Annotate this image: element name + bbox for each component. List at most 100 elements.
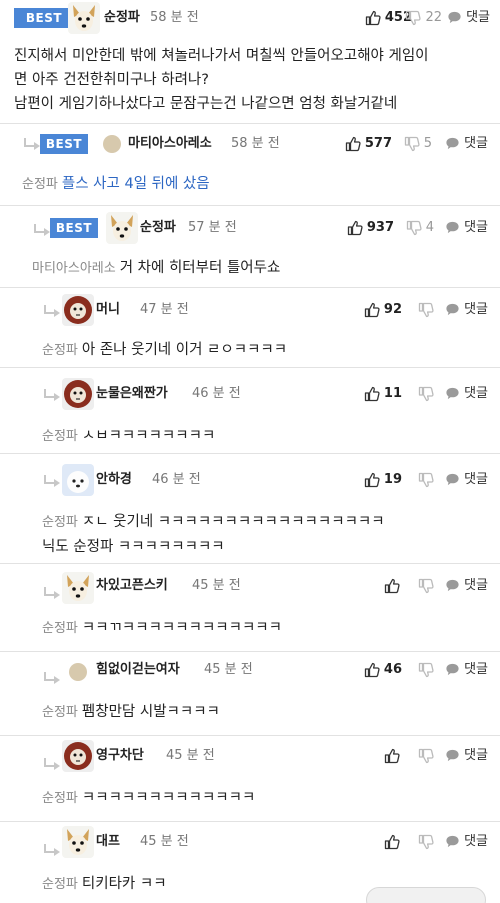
- comment-body: 진지해서 미안한데 밖에 쳐놀러나가서 며칠씩 안들어오고해야 게임이 면 아주…: [14, 44, 494, 116]
- comment-item: 힘없이걷는여자 45 분 전 46 댓글 순정파 펨창만담 시발ㅋㅋㅋㅋ: [0, 652, 500, 736]
- comment-line: 순정파 ㅈㄴ 웃기네 ㅋㅋㅋㅋㅋㅋㅋㅋㅋㅋㅋㅋㅋㅋㅋㅋㅋ: [42, 510, 385, 535]
- upvote-button[interactable]: [384, 832, 400, 852]
- reply-button[interactable]: 댓글: [445, 218, 488, 238]
- reply-button[interactable]: 댓글: [447, 8, 490, 28]
- comment-body: 순정파 펨창만담 시발ㅋㅋㅋㅋ: [42, 700, 220, 725]
- reply-button[interactable]: 댓글: [445, 300, 488, 320]
- comment-time: 58 분 전: [231, 136, 280, 151]
- best-badge: BEST: [50, 218, 98, 238]
- reply-label: 댓글: [464, 748, 488, 763]
- upvote-button[interactable]: 11: [364, 384, 402, 404]
- reply-button[interactable]: 댓글: [445, 470, 488, 490]
- mention[interactable]: 마티아스아레소: [32, 261, 116, 276]
- downvote-button[interactable]: 5: [404, 134, 432, 154]
- comment-body: 순정파 플스 사고 4일 뒤에 샀음: [22, 172, 210, 197]
- comment-time: 58 분 전: [150, 10, 199, 25]
- reply-label: 댓글: [464, 220, 488, 235]
- floating-toolbar[interactable]: [366, 887, 486, 903]
- reply-button[interactable]: 댓글: [445, 746, 488, 766]
- comment-text: 플스 사고 4일 뒤에 샀음: [61, 176, 210, 192]
- comment-author[interactable]: 순정파: [140, 218, 176, 238]
- downvote-button[interactable]: [418, 576, 434, 596]
- avatar[interactable]: [62, 656, 94, 688]
- reply-arrow-icon: [42, 389, 64, 403]
- thumb-down-icon: [418, 386, 434, 402]
- speech-bubble-icon: [445, 578, 460, 593]
- avatar[interactable]: [96, 128, 128, 160]
- upvote-button[interactable]: 19: [364, 470, 402, 490]
- comment-author[interactable]: 영구차단: [96, 746, 144, 766]
- reply-button[interactable]: 댓글: [445, 660, 488, 680]
- comment-author[interactable]: 차있고픈스키: [96, 576, 168, 596]
- comment-body: 순정파 ㅅㅂㅋㅋㅋㅋㅋㅋㅋㅋ: [42, 424, 215, 449]
- upvote-count: 11: [383, 386, 402, 401]
- avatar[interactable]: [62, 464, 94, 496]
- downvote-button[interactable]: [418, 746, 434, 766]
- mention[interactable]: 순정파: [42, 705, 78, 720]
- comment-body: 마티아스아레소 거 차에 히터부터 틀어두쇼: [32, 256, 280, 281]
- upvote-count: 46: [383, 662, 402, 677]
- reply-button[interactable]: 댓글: [445, 134, 488, 154]
- comment-author[interactable]: 머니: [96, 300, 120, 320]
- mention[interactable]: 순정파: [42, 621, 78, 636]
- thumb-up-icon: [345, 136, 361, 152]
- reply-arrow-icon: [42, 305, 64, 319]
- comment-text: 펨창만담 시발ㅋㅋㅋㅋ: [81, 704, 220, 720]
- avatar[interactable]: [68, 2, 100, 34]
- comment-header: 눈물은왜짠가 46 분 전 11 댓글: [0, 368, 500, 404]
- comment-author[interactable]: 눈물은왜짠가: [96, 384, 168, 404]
- downvote-button[interactable]: [418, 300, 434, 320]
- thumb-up-icon: [384, 578, 400, 594]
- upvote-button[interactable]: 46: [364, 660, 402, 680]
- downvote-button[interactable]: 22: [405, 8, 442, 28]
- upvote-button[interactable]: 937: [347, 218, 394, 238]
- avatar[interactable]: [62, 378, 94, 410]
- upvote-button[interactable]: [384, 746, 400, 766]
- downvote-button[interactable]: 4: [406, 218, 434, 238]
- avatar[interactable]: [62, 826, 94, 858]
- comment-author[interactable]: 안하경: [96, 470, 132, 490]
- mention[interactable]: 순정파: [42, 429, 78, 444]
- upvote-button[interactable]: [384, 576, 400, 596]
- reply-arrow-icon: [42, 475, 64, 489]
- comment-line: 진지해서 미안한데 밖에 쳐놀러나가서 며칠씩 안들어오고해야 게임이: [14, 48, 429, 64]
- downvote-button[interactable]: [418, 832, 434, 852]
- comment-line: 닉도 순정파 ㅋㅋㅋㅋㅋㅋㅋㅋ: [42, 539, 225, 555]
- downvote-count: 5: [423, 136, 432, 151]
- comment-author[interactable]: 순정파: [104, 8, 140, 28]
- mention[interactable]: 순정파: [42, 343, 78, 358]
- comment-body: 순정파 ㅋㅋㄲㅋㅋㅋㅋㅋㅋㅋㅋㅋㅋㅋㅋ: [42, 616, 282, 641]
- mention[interactable]: 순정파: [22, 177, 58, 192]
- reply-button[interactable]: 댓글: [445, 384, 488, 404]
- upvote-count: 92: [383, 302, 402, 317]
- comment-item: 차있고픈스키 45 분 전 댓글 순정파 ㅋㅋㄲㅋㅋㅋㅋㅋㅋㅋㅋㅋㅋㅋㅋ: [0, 564, 500, 652]
- downvote-button[interactable]: [418, 660, 434, 680]
- upvote-button[interactable]: 92: [364, 300, 402, 320]
- downvote-button[interactable]: [418, 470, 434, 490]
- reply-arrow-icon: [42, 587, 64, 601]
- speech-bubble-icon: [445, 662, 460, 677]
- upvote-count: 577: [364, 136, 392, 151]
- avatar[interactable]: [62, 294, 94, 326]
- best-badge: BEST: [40, 134, 88, 154]
- comment-author[interactable]: 대프: [96, 832, 120, 852]
- mention[interactable]: 순정파: [42, 515, 78, 530]
- reply-button[interactable]: 댓글: [445, 576, 488, 596]
- downvote-button[interactable]: [418, 384, 434, 404]
- upvote-button[interactable]: 577: [345, 134, 392, 154]
- mention[interactable]: 순정파: [42, 791, 78, 806]
- reply-button[interactable]: 댓글: [445, 832, 488, 852]
- comment-author[interactable]: 힘없이걷는여자: [96, 660, 180, 680]
- avatar[interactable]: [106, 212, 138, 244]
- thumb-up-icon: [347, 220, 363, 236]
- comment-text: ㅋㅋㄲㅋㅋㅋㅋㅋㅋㅋㅋㅋㅋㅋㅋ: [81, 620, 282, 636]
- avatar[interactable]: [62, 740, 94, 772]
- mention[interactable]: 순정파: [42, 877, 78, 892]
- comment-item: 머니 47 분 전 92 댓글 순정파 아 존나 웃기네 이거 ㄹㅇㅋㅋㅋㅋ: [0, 288, 500, 368]
- comment-text: 거 차에 히터부터 틀어두쇼: [119, 260, 281, 276]
- comment-header: 힘없이걷는여자 45 분 전 46 댓글: [0, 652, 500, 688]
- comment-item: 영구차단 45 분 전 댓글 순정파 ㅋㅋㅋㅋㅋㅋㅋㅋㅋㅋㅋㅋㅋ: [0, 736, 500, 822]
- thumb-down-icon: [418, 302, 434, 318]
- comment-author[interactable]: 마티아스아레소: [128, 134, 212, 154]
- avatar[interactable]: [62, 572, 94, 604]
